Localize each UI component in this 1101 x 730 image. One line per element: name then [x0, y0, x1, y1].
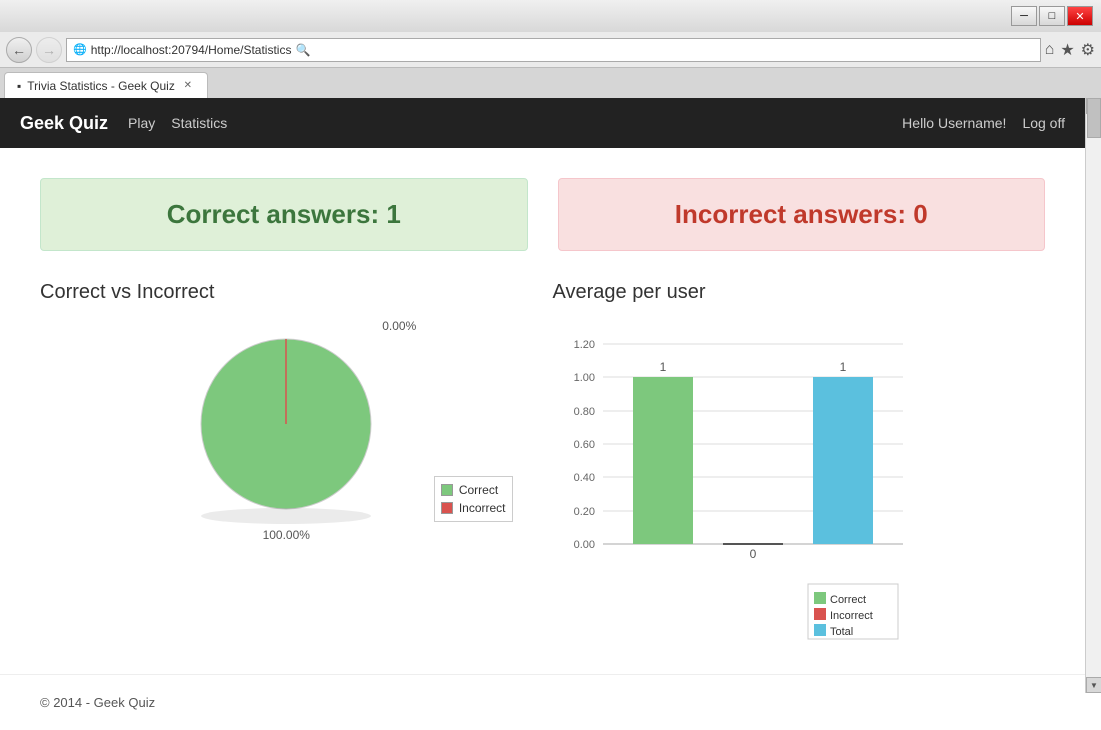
nav-link-play[interactable]: Play	[128, 115, 155, 131]
scrollbar-thumb[interactable]	[1087, 98, 1101, 138]
svg-text:0: 0	[749, 547, 756, 561]
window-controls: ─ □ ✕	[1011, 6, 1093, 26]
pie-legend-correct: Correct	[441, 483, 506, 497]
url-text: http://localhost:20794/Home/Statistics	[91, 43, 292, 57]
svg-text:1.00: 1.00	[573, 372, 594, 384]
pie-chart-wrapper: 0.00% 100.00% Correct Inc	[40, 324, 533, 542]
tab-bar: ▪ Trivia Statistics - Geek Quiz ✕	[0, 68, 1101, 98]
bar-correct	[633, 377, 693, 544]
svg-text:Incorrect: Incorrect	[830, 610, 873, 622]
address-bar-row: ← → 🌐 http://localhost:20794/Home/Statis…	[0, 32, 1101, 68]
answer-boxes: Correct answers: 1 Incorrect answers: 0	[40, 178, 1045, 251]
svg-text:1: 1	[839, 360, 846, 374]
svg-text:0.40: 0.40	[573, 472, 594, 484]
nav-link-statistics[interactable]: Statistics	[171, 115, 227, 131]
svg-text:1: 1	[659, 360, 666, 374]
pie-label-100pct: 100.00%	[263, 528, 310, 542]
pie-legend-correct-label: Correct	[459, 483, 498, 497]
charts-section: Correct vs Incorrect 0.00%	[40, 281, 1045, 644]
navbar-greeting: Hello Username!	[902, 115, 1006, 131]
title-bar: ─ □ ✕	[0, 0, 1101, 32]
forward-button[interactable]: →	[36, 37, 62, 63]
restore-button[interactable]: □	[1039, 6, 1065, 26]
tab-close-button[interactable]: ✕	[181, 79, 195, 93]
settings-icon[interactable]: ⚙	[1081, 40, 1095, 60]
svg-text:1.20: 1.20	[573, 339, 594, 351]
svg-text:Correct: Correct	[830, 594, 866, 606]
address-box[interactable]: 🌐 http://localhost:20794/Home/Statistics…	[66, 38, 1041, 62]
main-content: Correct answers: 1 Incorrect answers: 0 …	[0, 148, 1085, 674]
footer-text: © 2014 - Geek Quiz	[40, 695, 155, 710]
bar-chart-container: Average per user 1.20	[553, 281, 1046, 644]
pie-legend-incorrect-dot	[441, 502, 453, 514]
bar-chart-title: Average per user	[553, 281, 1046, 304]
minimize-button[interactable]: ─	[1011, 6, 1037, 26]
active-tab[interactable]: ▪ Trivia Statistics - Geek Quiz ✕	[4, 72, 208, 98]
close-button[interactable]: ✕	[1067, 6, 1093, 26]
navbar: Geek Quiz Play Statistics Hello Username…	[0, 98, 1085, 148]
navbar-brand[interactable]: Geek Quiz	[20, 113, 108, 134]
pie-legend-correct-dot	[441, 484, 453, 496]
correct-answers-label: Correct answers: 1	[167, 199, 401, 229]
favorites-icon[interactable]: ★	[1060, 40, 1074, 60]
correct-answers-box: Correct answers: 1	[40, 178, 528, 251]
pie-chart-title: Correct vs Incorrect	[40, 281, 533, 304]
tab-favicon: ▪	[17, 79, 21, 93]
pie-label-0pct: 0.00%	[382, 319, 416, 333]
back-button[interactable]: ←	[6, 37, 32, 63]
bar-total	[813, 377, 873, 544]
page-wrapper: Geek Quiz Play Statistics Hello Username…	[0, 98, 1101, 730]
home-icon[interactable]: ⌂	[1045, 41, 1055, 59]
svg-text:0.80: 0.80	[573, 406, 594, 418]
pie-legend-incorrect: Incorrect	[441, 501, 506, 515]
svg-text:0.20: 0.20	[573, 506, 594, 518]
scrollbar-down-button[interactable]: ▼	[1086, 677, 1101, 693]
scrollbar-track: ▲ ▼	[1085, 98, 1101, 693]
tab-title: Trivia Statistics - Geek Quiz	[27, 79, 175, 93]
svg-text:0.60: 0.60	[573, 439, 594, 451]
incorrect-answers-label: Incorrect answers: 0	[675, 199, 928, 229]
svg-text:Total: Total	[830, 626, 853, 638]
navbar-logoff[interactable]: Log off	[1022, 115, 1065, 131]
pie-legend-incorrect-label: Incorrect	[459, 501, 506, 515]
pie-chart-container: Correct vs Incorrect 0.00%	[40, 281, 533, 644]
content-area: Geek Quiz Play Statistics Hello Username…	[0, 98, 1085, 730]
pie-chart-svg	[186, 324, 386, 524]
footer: © 2014 - Geek Quiz	[0, 674, 1085, 730]
bar-chart-svg: 1.20 1.00 0.80 0.60 0.40	[553, 324, 933, 644]
svg-text:0.00: 0.00	[573, 539, 594, 551]
incorrect-answers-box: Incorrect answers: 0	[558, 178, 1046, 251]
